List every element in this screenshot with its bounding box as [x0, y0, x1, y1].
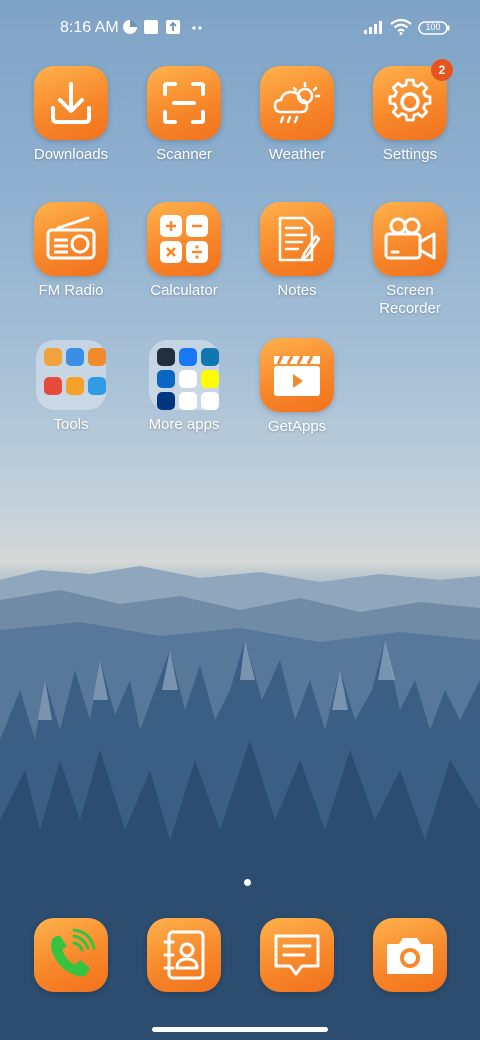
app-label: Calculator	[150, 282, 218, 299]
phone-icon	[34, 918, 108, 992]
mini-app-icon	[66, 348, 84, 366]
radio-icon	[34, 202, 108, 276]
mini-app-icon	[201, 370, 219, 388]
status-bar: 8:16 AM 100	[0, 0, 480, 56]
app-fm-radio[interactable]: FM Radio	[16, 202, 126, 300]
clapperboard-icon	[260, 338, 334, 412]
wifi-icon	[390, 18, 412, 40]
battery-level: 100	[425, 22, 441, 32]
battery-icon: 100	[418, 21, 450, 40]
folder-more-apps[interactable]: More apps	[129, 338, 239, 434]
notification-badge: 2	[431, 59, 453, 81]
mini-app-icon	[88, 377, 106, 395]
app-label: Downloads	[33, 146, 109, 163]
page-indicator	[244, 879, 251, 886]
dock-phone[interactable]	[34, 918, 108, 992]
mini-app-icon	[157, 370, 175, 388]
weather-icon	[260, 66, 334, 140]
app-downloads[interactable]: Downloads	[16, 66, 126, 164]
data-saver-icon	[122, 19, 138, 40]
contacts-icon	[147, 918, 221, 992]
app-settings[interactable]: 2 Settings	[355, 59, 465, 164]
app-label: FM Radio	[38, 282, 104, 299]
mini-app-icon	[44, 348, 62, 366]
status-time: 8:16 AM	[60, 19, 119, 36]
mini-app-icon	[66, 377, 84, 395]
mini-app-icon	[44, 377, 62, 395]
home-indicator[interactable]	[152, 1027, 328, 1032]
mini-app-icon	[179, 370, 197, 388]
app-label: Tools	[53, 416, 89, 433]
download-icon	[34, 66, 108, 140]
message-icon	[260, 918, 334, 992]
folder-tools[interactable]: Tools	[16, 338, 126, 434]
camera-icon	[373, 918, 447, 992]
app-label: Settings	[382, 146, 438, 163]
more-dots-icon	[190, 21, 206, 39]
mini-app-icon	[201, 392, 219, 410]
app-label: Scanner	[156, 146, 212, 163]
scanner-icon	[147, 66, 221, 140]
app-label: Weather	[268, 146, 326, 163]
video-camera-icon	[373, 202, 447, 276]
app-calculator[interactable]: Calculator	[129, 202, 239, 300]
app-label: More apps	[148, 416, 220, 433]
app-screen-recorder[interactable]: Screen Recorder	[355, 202, 465, 318]
app-scanner[interactable]: Scanner	[129, 66, 239, 164]
gear-icon: 2	[373, 59, 453, 140]
folder-icon	[36, 340, 106, 410]
mini-app-icon	[179, 392, 197, 410]
notes-icon	[260, 202, 334, 276]
calculator-icon	[147, 202, 221, 276]
dock-camera[interactable]	[373, 918, 447, 992]
notification-square-icon	[143, 19, 159, 40]
app-label: Notes	[277, 282, 317, 299]
dock-contacts[interactable]	[147, 918, 221, 992]
app-getapps[interactable]: GetApps	[242, 338, 352, 436]
app-weather[interactable]: Weather	[242, 66, 352, 164]
mini-app-icon	[88, 348, 106, 366]
dock-messages[interactable]	[260, 918, 334, 992]
mini-app-icon	[179, 348, 197, 366]
upload-box-icon	[165, 19, 181, 40]
mini-app-icon	[157, 348, 175, 366]
app-label: GetApps	[267, 418, 327, 435]
signal-icon	[363, 19, 385, 40]
mini-app-icon	[201, 348, 219, 366]
folder-icon	[149, 340, 219, 410]
app-notes[interactable]: Notes	[242, 202, 352, 300]
mini-app-icon	[157, 392, 175, 410]
app-label: Screen Recorder	[379, 282, 441, 317]
